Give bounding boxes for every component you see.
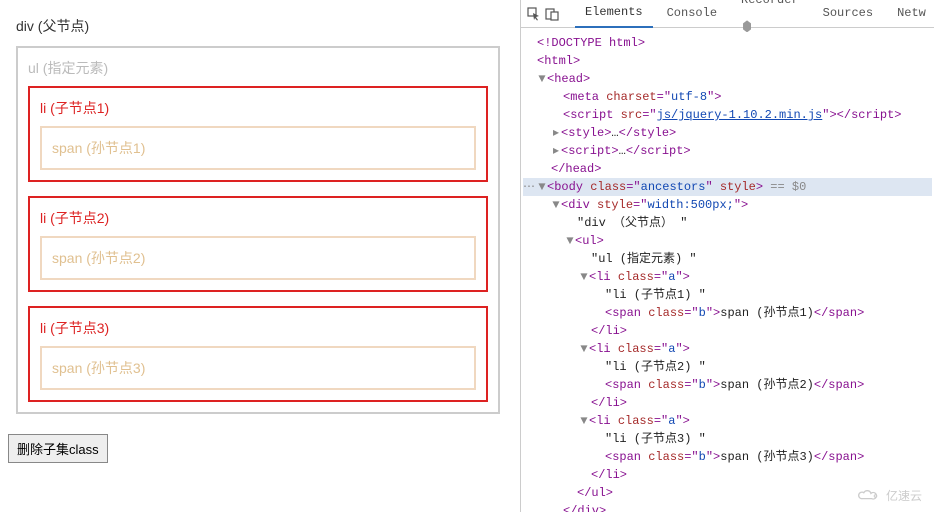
expand-icon[interactable]: ▼	[537, 178, 547, 196]
ellipsis: …	[619, 144, 626, 158]
list-item: li (子节点1) span (孙节点1)	[28, 86, 488, 182]
attr-name: src	[621, 108, 643, 122]
watermark-text: 亿速云	[886, 487, 922, 504]
span-box: span (孙节点2)	[40, 236, 476, 280]
attr-value: ancestors	[641, 180, 706, 194]
tree-row[interactable]: <html>	[523, 52, 932, 70]
text-node: span (孙节点2)	[720, 378, 814, 392]
tab-recorder-label: Recorder	[741, 0, 799, 7]
tree-row[interactable]: </li>	[523, 466, 932, 484]
tree-row[interactable]: "li (子节点2) "	[523, 358, 932, 376]
tree-row[interactable]: ▸<script>…</script>	[523, 142, 932, 160]
span-box: span (孙节点1)	[40, 126, 476, 170]
attr-value: utf-8	[671, 90, 707, 104]
tree-row[interactable]: "li (子节点3) "	[523, 430, 932, 448]
inspect-icon[interactable]	[527, 6, 541, 22]
remove-class-button[interactable]: 删除子集class	[8, 434, 108, 463]
devtools-pane: Elements Console Recorder Sources Netw <…	[520, 0, 934, 512]
tree-row[interactable]: <!DOCTYPE html>	[523, 34, 932, 52]
expand-icon[interactable]: ▼	[537, 70, 547, 88]
elements-tree[interactable]: <!DOCTYPE html> <html> ▼<head> <meta cha…	[521, 28, 934, 512]
cloud-icon	[856, 489, 882, 503]
list-item: li (子节点2) span (孙节点2)	[28, 196, 488, 292]
text-node: "div （父节点） "	[577, 216, 687, 230]
tab-network[interactable]: Netw	[887, 0, 934, 27]
li-label: li (子节点1)	[40, 98, 476, 118]
tree-row[interactable]: ▼<div style="width:500px;">	[523, 196, 932, 214]
list-item: li (子节点3) span (孙节点3)	[28, 306, 488, 402]
attr-value: b	[699, 450, 706, 464]
attr-value: width:500px;	[647, 198, 733, 212]
expand-icon[interactable]: ▼	[579, 412, 589, 430]
tree-row[interactable]: <meta charset="utf-8">	[523, 88, 932, 106]
tree-row[interactable]: ▼<head>	[523, 70, 932, 88]
attr-value: b	[699, 378, 706, 392]
tree-row[interactable]: "div （父节点） "	[523, 214, 932, 232]
tree-row[interactable]: </li>	[523, 322, 932, 340]
tab-sources[interactable]: Sources	[813, 0, 883, 27]
attr-value: b	[699, 306, 706, 320]
expand-icon[interactable]: ▼	[551, 196, 561, 214]
ul-label: ul (指定元素)	[28, 58, 488, 78]
tree-row[interactable]: <script src="js/jquery-1.10.2.min.js"></…	[523, 106, 932, 124]
expand-icon[interactable]: ▼	[579, 340, 589, 358]
li-label: li (子节点3)	[40, 318, 476, 338]
tree-row[interactable]: ▸<style>…</style>	[523, 124, 932, 142]
devtools-toolbar: Elements Console Recorder Sources Netw	[521, 0, 934, 28]
tree-row[interactable]: </head>	[523, 160, 932, 178]
tab-console[interactable]: Console	[657, 0, 727, 27]
text-node: "ul (指定元素) "	[591, 252, 697, 266]
text-node: span (孙节点1)	[720, 306, 814, 320]
li-label: li (子节点2)	[40, 208, 476, 228]
div-parent: div (父节点) ul (指定元素) li (子节点1) span (孙节点1…	[8, 8, 508, 422]
expand-icon[interactable]: ▼	[579, 268, 589, 286]
tree-row[interactable]: </li>	[523, 394, 932, 412]
tab-elements[interactable]: Elements	[575, 0, 653, 28]
attr-name: charset	[606, 90, 656, 104]
expand-icon[interactable]: ▸	[551, 142, 561, 160]
tree-row-selected[interactable]: ⋯▼<body class="ancestors" style> == $0	[523, 178, 932, 196]
tree-row[interactable]: ▼<li class="a">	[523, 268, 932, 286]
rendered-page-pane: div (父节点) ul (指定元素) li (子节点1) span (孙节点1…	[0, 0, 520, 512]
expand-icon[interactable]: ▼	[565, 232, 575, 250]
expand-icon[interactable]: ▸	[551, 124, 561, 142]
tree-row[interactable]: ▼<li class="a">	[523, 412, 932, 430]
text-node: "li (子节点3) "	[605, 432, 706, 446]
tree-row[interactable]: ▼<li class="a">	[523, 340, 932, 358]
selected-indicator: == $0	[770, 180, 806, 194]
tree-row[interactable]: "li (子节点1) "	[523, 286, 932, 304]
attr-value-link[interactable]: js/jquery-1.10.2.min.js	[657, 108, 823, 122]
tree-row[interactable]: <span class="b">span (孙节点1)</span>	[523, 304, 932, 322]
ellipsis: …	[611, 126, 618, 140]
tree-row[interactable]: <span class="b">span (孙节点3)</span>	[523, 448, 932, 466]
span-box: span (孙节点3)	[40, 346, 476, 390]
tree-row[interactable]: <span class="b">span (孙节点2)</span>	[523, 376, 932, 394]
text-node: "li (子节点2) "	[605, 360, 706, 374]
ul-box: ul (指定元素) li (子节点1) span (孙节点1) li (子节点2…	[16, 46, 500, 414]
tree-row[interactable]: ▼<ul>	[523, 232, 932, 250]
attr-name: style	[720, 180, 756, 194]
device-toggle-icon[interactable]	[545, 6, 559, 22]
div-parent-label: div (父节点)	[16, 16, 500, 36]
text-node: "li (子节点1) "	[605, 288, 706, 302]
attr-name: style	[597, 198, 633, 212]
attr-name: class	[590, 180, 626, 194]
text-node: span (孙节点3)	[720, 450, 814, 464]
watermark: 亿速云	[856, 487, 922, 504]
tree-row[interactable]: "ul (指定元素) "	[523, 250, 932, 268]
